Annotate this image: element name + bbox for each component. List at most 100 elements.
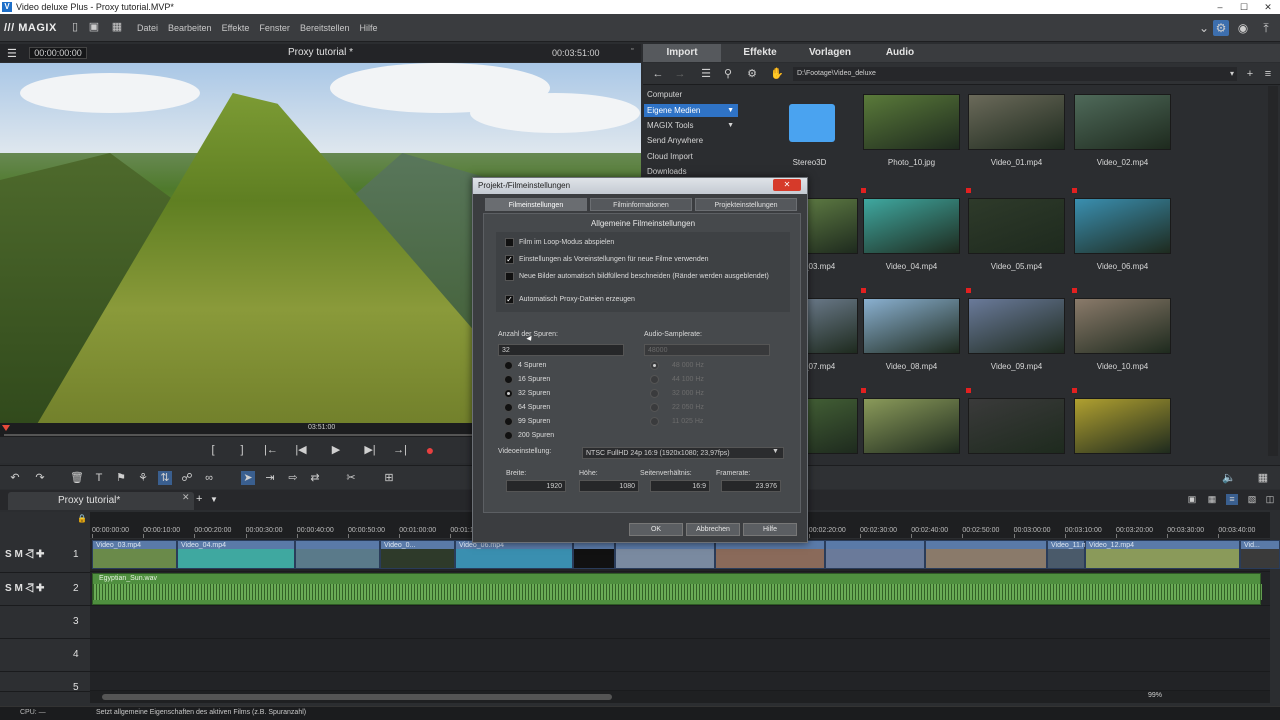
track-header[interactable]: 5	[0, 672, 90, 693]
add-icon[interactable]: +	[1243, 67, 1257, 81]
scrollbar-thumb[interactable]	[102, 694, 612, 700]
media-thumbnail[interactable]: Video_08.mp4	[863, 298, 960, 371]
video-setting-select[interactable]: NTSC FullHD 24p 16:9 (1920x1080; 23,97fp…	[582, 447, 784, 459]
media-thumbnail[interactable]: Video_05.mp4	[968, 198, 1065, 271]
audio-clip[interactable]: Egyptian_Sun.wav	[92, 573, 1262, 605]
media-thumbnail[interactable]	[863, 398, 960, 454]
search-icon[interactable]: ⚲	[721, 67, 735, 81]
go-to-start-button[interactable]: |←	[262, 443, 280, 457]
mixer-icon[interactable]: ▦	[1256, 471, 1270, 485]
timeline-view-icon[interactable]: ≡	[1226, 494, 1238, 505]
tree-icon[interactable]: ☰	[699, 67, 713, 81]
ok-button[interactable]: OK	[629, 523, 683, 536]
link-icon[interactable]: ☍	[180, 471, 194, 485]
sidebar-item-eigene-medien[interactable]: Eigene Medien ▼	[644, 104, 738, 117]
play-button[interactable]: ▶	[327, 443, 345, 457]
tab-vorlagen[interactable]: Vorlagen	[791, 44, 869, 62]
tab-effekte[interactable]: Effekte	[721, 44, 799, 62]
menu-effekte[interactable]: Effekte	[222, 23, 250, 33]
tab-filmeinstellungen[interactable]: Filmeinstellungen	[485, 198, 587, 211]
delete-icon[interactable]: 🗑	[70, 471, 84, 485]
open-folder-icon[interactable]: ▣	[88, 21, 100, 33]
track-lane[interactable]: Egyptian_Sun.wav	[90, 572, 1270, 606]
video-clip[interactable]: Video_11.mp4	[1047, 540, 1096, 569]
video-clip[interactable]	[825, 540, 925, 569]
text-icon[interactable]: T	[92, 471, 106, 485]
path-field[interactable]: D:\Footage\Video_deluxe	[793, 67, 1237, 81]
video-clip[interactable]	[715, 540, 825, 569]
tab-projekteinstellungen[interactable]: Projekteinstellungen	[695, 198, 797, 211]
marker-icon[interactable]: ⚑	[114, 471, 128, 485]
help-button[interactable]: Hilfe	[743, 523, 797, 536]
track-count-radio[interactable]	[504, 403, 513, 412]
dialog-close-button[interactable]: ✕	[773, 179, 801, 191]
video-clip[interactable]	[615, 540, 715, 569]
forward-icon[interactable]: →	[673, 67, 687, 81]
cancel-button[interactable]: Abbrechen	[686, 523, 740, 536]
save-icon[interactable]: ▦	[111, 21, 123, 33]
previous-frame-button[interactable]: |◀	[292, 443, 310, 457]
media-thumbnail[interactable]: Video_01.mp4	[968, 94, 1065, 167]
insert-icon[interactable]: ⊞	[382, 471, 396, 485]
tab-audio[interactable]: Audio	[861, 44, 939, 62]
track-lane[interactable]	[90, 672, 1270, 691]
menu-bereitstellen[interactable]: Bereitstellen	[300, 23, 350, 33]
video-clip[interactable]: Video_03.mp4	[92, 540, 177, 569]
media-thumbnail[interactable]: Photo_10.jpg	[863, 94, 960, 167]
default-settings-checkbox[interactable]: ✓	[505, 255, 514, 264]
range-select-icon[interactable]: ⇥	[263, 471, 277, 485]
gear-icon[interactable]: ⚙	[745, 67, 759, 81]
multi-select-icon[interactable]: ⇨	[286, 471, 300, 485]
window-options-icon[interactable]: ▫	[631, 46, 633, 53]
hand-icon[interactable]: ✋	[770, 67, 784, 81]
track-header[interactable]: 4	[0, 639, 90, 672]
back-icon[interactable]: ←	[651, 67, 665, 81]
group-icon[interactable]: ⚘	[136, 471, 150, 485]
sidebar-item-computer[interactable]: Computer	[644, 88, 738, 101]
mark-in-button[interactable]: [	[204, 443, 222, 457]
media-thumbnail[interactable]: Video_02.mp4	[1074, 94, 1171, 167]
track-lane[interactable]	[90, 639, 1270, 672]
track-controls[interactable]: S M ◁̅ ✚	[5, 549, 44, 560]
unlink-icon[interactable]: ∞	[202, 471, 216, 485]
media-thumbnail[interactable]: Video_06.mp4	[1074, 198, 1171, 271]
new-file-icon[interactable]: ▯	[69, 21, 81, 33]
video-clip[interactable]: Video_06.mp4	[455, 540, 573, 569]
video-clip[interactable]	[573, 540, 615, 569]
next-frame-button[interactable]: ▶|	[361, 443, 379, 457]
speaker-icon[interactable]: 🔈	[1222, 471, 1236, 485]
video-clip[interactable]: Video_12.mp4	[1085, 540, 1240, 569]
playhead-marker[interactable]	[2, 425, 10, 431]
sidebar-item-send-anywhere[interactable]: Send Anywhere	[644, 134, 738, 147]
track-header[interactable]: 3	[0, 606, 90, 639]
media-thumbnail[interactable]: Video_04.mp4	[863, 198, 960, 271]
video-clip[interactable]: Video_0...	[380, 540, 455, 569]
track-lane[interactable]: Video_03.mp4 Video_04.mp4 Video_0... Video_…	[90, 539, 1280, 572]
close-icon[interactable]: ✕	[182, 492, 190, 503]
update-icon[interactable]: ⤒	[1258, 20, 1274, 36]
timeline-scrollbar[interactable]: 99%	[90, 691, 1270, 703]
tracks-field[interactable]: 32	[498, 344, 624, 356]
aspect-field[interactable]: 16:9	[650, 480, 710, 492]
track-count-radio[interactable]	[504, 375, 513, 384]
go-to-end-button[interactable]: →|	[391, 443, 409, 457]
chevron-down-icon[interactable]: ⌄	[1196, 20, 1212, 36]
menu-hilfe[interactable]: Hilfe	[359, 23, 377, 33]
track-header[interactable]: S M ◁̅ ✚ 2	[0, 573, 90, 606]
track-count-radio[interactable]	[504, 417, 513, 426]
track-count-radio[interactable]	[504, 389, 513, 398]
media-thumbnail[interactable]: Stereo3D	[761, 94, 858, 167]
list-view-icon[interactable]: ≡	[1261, 67, 1275, 81]
track-lane[interactable]	[90, 606, 1270, 639]
track-controls[interactable]: S M ◁̅ ✚	[5, 583, 44, 594]
scene-view-icon[interactable]: ▦	[1206, 494, 1218, 505]
cut-icon[interactable]: ✂	[344, 471, 358, 485]
video-clip[interactable]	[295, 540, 380, 569]
media-thumbnail[interactable]	[1074, 398, 1171, 454]
mark-out-button[interactable]: ]	[233, 443, 251, 457]
tab-filminformationen[interactable]: Filminformationen	[590, 198, 692, 211]
sidebar-item-magix-tools[interactable]: MAGIX Tools ▼	[644, 119, 738, 132]
storyboard-view-icon[interactable]: ▣	[1186, 494, 1198, 505]
tab-proxy-tutorial[interactable]: Proxy tutorial*	[8, 492, 194, 510]
multicam-view-icon[interactable]: ▧	[1246, 494, 1258, 505]
